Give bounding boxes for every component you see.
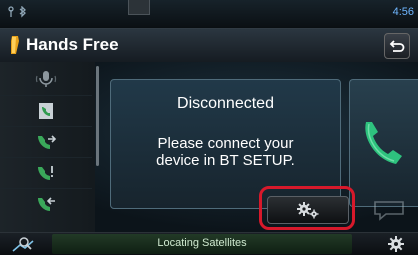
bt-setup-button[interactable] [267,196,349,224]
sidebar-item-missed[interactable] [0,157,92,188]
instruction-line-1: Please connect your [157,135,294,152]
sidebar [0,62,96,232]
message-box: Disconnected Please connect your device … [110,79,341,209]
sidebar-item-incoming[interactable] [0,188,92,219]
navigation-button[interactable] [0,233,45,255]
dial-button[interactable] [349,79,418,207]
sidebar-scrollbar[interactable] [96,66,99,166]
top-pull-tab[interactable] [128,0,150,15]
voice-recognition-icon [35,71,57,87]
hands-free-icon [11,36,19,54]
page-title: Hands Free [26,35,119,54]
connection-status: Disconnected [177,95,274,112]
missed-calls-icon [38,166,53,180]
title-bar: Hands Free [0,28,418,64]
incoming-calls-icon [38,197,55,211]
main-panel: Disconnected Please connect your device … [0,62,418,232]
voice-bubble-icon [374,201,404,221]
back-button[interactable] [384,33,410,59]
gps-status-text: Locating Satellites [157,237,247,249]
settings-gears-icon [297,202,319,219]
sidebar-item-phonebook[interactable] [0,95,92,126]
status-icons [6,6,36,18]
phonebook-icon [39,103,53,119]
sidebar-item-outgoing[interactable] [0,126,92,157]
phone-handset-icon [365,122,402,164]
outgoing-calls-icon [38,135,57,149]
instruction-text: Please connect your device in BT SETUP. [111,135,340,169]
back-arrow-icon [389,40,405,52]
sidebar-item-voice[interactable] [0,64,92,94]
status-bar: 4:56 [0,0,418,27]
settings-button[interactable] [373,233,418,255]
bluetooth-icon [19,6,26,18]
voice-button[interactable] [360,195,418,225]
navigation-icon [11,237,34,252]
antenna-icon [8,6,14,17]
instruction-line-2: device in BT SETUP. [156,152,295,169]
gps-status-strip: Locating Satellites [52,234,352,254]
clock: 4:56 [392,6,414,18]
bottom-bar: Locating Satellites [0,232,418,255]
gear-icon [387,236,404,252]
